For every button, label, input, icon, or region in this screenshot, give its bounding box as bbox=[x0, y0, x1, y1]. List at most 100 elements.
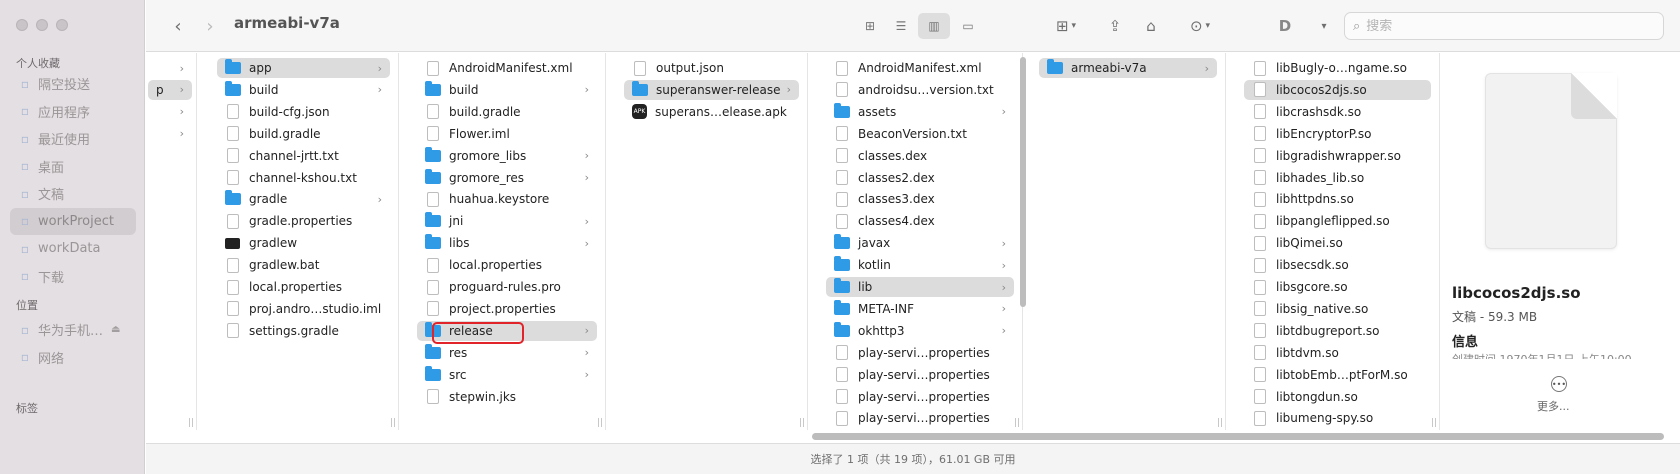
group-button[interactable]: ⊞ ▾ bbox=[1048, 14, 1084, 38]
sidebar-item[interactable]: ▫ 应用程序 bbox=[10, 98, 136, 125]
column-resize-handle[interactable]: || bbox=[390, 418, 396, 428]
file-row[interactable]: local.properties bbox=[417, 255, 597, 275]
column-resize-handle[interactable]: || bbox=[597, 418, 603, 428]
minimize-window-button[interactable] bbox=[36, 19, 48, 31]
file-row[interactable]: classes3.dex bbox=[826, 189, 1014, 209]
file-row[interactable]: play-servi…properties bbox=[826, 408, 1014, 428]
file-row[interactable]: build-cfg.json bbox=[217, 102, 390, 122]
sidebar-item[interactable]: ▫ 华为手机… ⏏ bbox=[10, 316, 136, 343]
file-row[interactable]: libBugly-o…ngame.so bbox=[1244, 58, 1431, 78]
file-row[interactable]: › bbox=[148, 102, 192, 122]
column-resize-handle[interactable]: || bbox=[188, 418, 194, 428]
file-row[interactable]: armeabi-v7a › bbox=[1039, 58, 1217, 78]
file-row[interactable]: okhttp3 › bbox=[826, 321, 1014, 341]
more-actions-button[interactable]: ⊙ ▾ bbox=[1182, 14, 1218, 38]
sidebar-item[interactable]: ▫ workData bbox=[10, 235, 136, 262]
file-row[interactable]: libtobEmb…ptForM.so bbox=[1244, 365, 1431, 385]
file-row[interactable]: play-servi…properties bbox=[826, 343, 1014, 363]
column-resize-handle[interactable]: || bbox=[1431, 418, 1437, 428]
file-row[interactable]: libtdvm.so bbox=[1244, 343, 1431, 363]
sidebar-item[interactable]: ▫ 桌面 bbox=[10, 153, 136, 180]
file-row[interactable]: local.properties bbox=[217, 277, 390, 297]
file-row[interactable]: classes2.dex bbox=[826, 168, 1014, 188]
gallery-view-button[interactable]: ▭ bbox=[954, 13, 982, 39]
file-row[interactable]: libsig_native.so bbox=[1244, 299, 1431, 319]
file-row[interactable]: javax › bbox=[826, 233, 1014, 253]
file-row[interactable]: stepwin.jks bbox=[417, 387, 597, 407]
file-row[interactable]: libhades_lib.so bbox=[1244, 168, 1431, 188]
file-row[interactable]: META-INF › bbox=[826, 299, 1014, 319]
file-row[interactable]: libQimei.so bbox=[1244, 233, 1431, 253]
back-button[interactable]: ‹ bbox=[168, 14, 188, 38]
file-row[interactable]: gradlew.bat bbox=[217, 255, 390, 275]
file-row[interactable]: proguard-rules.pro bbox=[417, 277, 597, 297]
file-row[interactable]: classes4.dex bbox=[826, 211, 1014, 231]
file-row[interactable]: p › bbox=[148, 79, 192, 100]
file-row[interactable]: gradle.properties bbox=[217, 211, 390, 231]
file-row[interactable]: res › bbox=[417, 343, 597, 363]
file-row[interactable]: build.gradle bbox=[417, 102, 597, 122]
file-row[interactable]: channel-jrtt.txt bbox=[217, 146, 390, 166]
close-window-button[interactable] bbox=[16, 19, 28, 31]
file-row[interactable]: androidsu…version.txt bbox=[826, 80, 1014, 100]
file-row[interactable]: app › bbox=[217, 58, 390, 78]
file-row[interactable]: › bbox=[148, 58, 192, 78]
app-extension-button[interactable]: D bbox=[1274, 14, 1296, 38]
tag-button[interactable]: ⌂ bbox=[1140, 14, 1162, 38]
file-row[interactable]: libumeng-spy.so bbox=[1244, 408, 1431, 428]
file-row[interactable]: AndroidManifest.xml bbox=[826, 58, 1014, 78]
file-row[interactable]: gromore_libs › bbox=[417, 146, 597, 166]
file-row[interactable]: libhttpdns.so bbox=[1244, 189, 1431, 209]
preview-more-button[interactable]: 更多... bbox=[1537, 398, 1570, 414]
file-row[interactable]: APK superans…elease.apk bbox=[624, 102, 799, 122]
file-row[interactable]: channel-kshou.txt bbox=[217, 168, 390, 188]
file-row[interactable]: build › bbox=[217, 80, 390, 100]
file-row[interactable]: classes.dex bbox=[826, 146, 1014, 166]
column-resize-handle[interactable]: || bbox=[1217, 418, 1223, 428]
sidebar-item[interactable]: ▫ 隔空投送 bbox=[10, 70, 136, 97]
icon-view-button[interactable]: ⊞ bbox=[856, 13, 884, 39]
search-input[interactable] bbox=[1366, 18, 1647, 34]
column-view-button[interactable]: ▥ bbox=[918, 13, 950, 39]
file-row[interactable]: settings.gradle bbox=[217, 321, 390, 341]
zoom-window-button[interactable] bbox=[56, 19, 68, 31]
eject-icon[interactable]: ⏏ bbox=[111, 324, 120, 335]
file-row[interactable]: libtdbugreport.so bbox=[1244, 321, 1431, 341]
file-row[interactable]: superanswer-release › bbox=[624, 79, 799, 100]
file-row[interactable]: gradle › bbox=[217, 189, 390, 209]
file-row[interactable]: assets › bbox=[826, 102, 1014, 122]
file-row[interactable]: lib › bbox=[826, 277, 1014, 297]
file-row[interactable]: libs › bbox=[417, 233, 597, 253]
column-resize-handle[interactable]: || bbox=[799, 418, 805, 428]
column-resize-handle[interactable]: || bbox=[1014, 418, 1020, 428]
sidebar-item[interactable]: ▫ 最近使用 bbox=[10, 125, 136, 152]
file-row[interactable]: gromore_res › bbox=[417, 168, 597, 188]
sidebar-item[interactable]: ▫ 下载 bbox=[10, 263, 136, 290]
share-button[interactable]: ⇪ bbox=[1104, 14, 1126, 38]
file-row[interactable]: libgradishwrapper.so bbox=[1244, 146, 1431, 166]
file-row[interactable]: › bbox=[148, 124, 192, 144]
file-row[interactable]: libpangleflipped.so bbox=[1244, 211, 1431, 231]
file-row[interactable]: src › bbox=[417, 365, 597, 385]
file-row[interactable]: proj.andro…studio.iml bbox=[217, 299, 390, 319]
file-row[interactable]: gradlew bbox=[217, 233, 390, 253]
list-view-button[interactable]: ☰ bbox=[887, 13, 915, 39]
file-row[interactable]: Flower.iml bbox=[417, 124, 597, 144]
horizontal-scrollbar[interactable] bbox=[812, 433, 1664, 440]
file-row[interactable]: libcrashsdk.so bbox=[1244, 102, 1431, 122]
file-row[interactable]: play-servi…properties bbox=[826, 387, 1014, 407]
file-row[interactable]: kotlin › bbox=[826, 255, 1014, 275]
search-field[interactable]: ⌕ bbox=[1344, 12, 1664, 40]
sidebar-item[interactable]: ▫ 文稿 bbox=[10, 180, 136, 207]
vertical-scrollbar[interactable] bbox=[1020, 57, 1026, 307]
file-row[interactable]: BeaconVersion.txt bbox=[826, 124, 1014, 144]
extension-menu-button[interactable]: ▾ bbox=[1316, 14, 1332, 38]
file-row[interactable]: huahua.keystore bbox=[417, 189, 597, 209]
file-row[interactable]: AndroidManifest.xml bbox=[417, 58, 597, 78]
file-row[interactable]: libsecsdk.so bbox=[1244, 255, 1431, 275]
more-ellipsis-icon[interactable]: ••• bbox=[1551, 376, 1567, 392]
file-row[interactable]: release › bbox=[417, 320, 597, 341]
file-row[interactable]: output.json bbox=[624, 58, 799, 78]
file-row[interactable]: jni › bbox=[417, 211, 597, 231]
sidebar-item[interactable]: ▫ workProject bbox=[10, 207, 136, 235]
